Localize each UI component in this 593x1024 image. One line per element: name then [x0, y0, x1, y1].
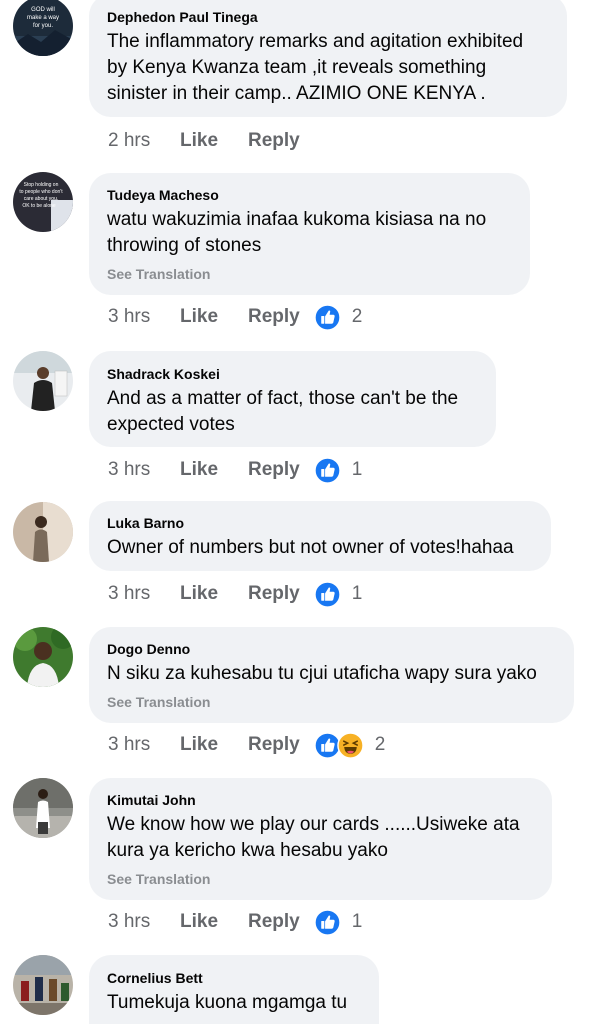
- avatar[interactable]: [13, 351, 73, 411]
- svg-text:to people who don't: to people who don't: [19, 189, 63, 195]
- reaction-count: 1: [351, 583, 363, 604]
- avatar-image: [13, 627, 73, 687]
- comment-time[interactable]: 3 hrs: [108, 583, 180, 605]
- avatar[interactable]: [13, 502, 73, 562]
- comment-text: And as a matter of fact, those can't be …: [107, 388, 459, 435]
- comment-actions: 3 hrs Like Reply 1: [108, 579, 362, 609]
- comment-bubble[interactable]: Dephedon Paul Tinega The inflammatory re…: [89, 0, 567, 117]
- comment-actions: 3 hrs Like Reply 1: [108, 455, 362, 485]
- comment-text: Owner of numbers but not owner of votes!…: [107, 537, 514, 558]
- haha-icon: [336, 731, 364, 759]
- reply-button[interactable]: Reply: [248, 734, 300, 756]
- comment-bubble[interactable]: Luka Barno Owner of numbers but not owne…: [89, 501, 551, 571]
- comment-author[interactable]: Dogo Denno: [107, 640, 554, 658]
- like-button[interactable]: Like: [180, 911, 248, 933]
- avatar[interactable]: [13, 778, 73, 838]
- avatar-image: [13, 778, 73, 838]
- reply-button[interactable]: Reply: [248, 459, 300, 481]
- like-icon: [313, 580, 341, 608]
- avatar[interactable]: [13, 627, 73, 687]
- svg-text:make a way: make a way: [27, 15, 59, 21]
- comment-actions: 2 hrs Like Reply: [108, 126, 314, 156]
- comment-bubble[interactable]: Dogo Denno N siku za kuhesabu tu cjui ut…: [89, 627, 574, 723]
- comment-author[interactable]: Shadrack Koskei: [107, 365, 476, 383]
- comment-text: We know how we play our cards ......Usiw…: [107, 814, 520, 861]
- like-icon: [313, 456, 341, 484]
- avatar[interactable]: Stop holding on to people who don't care…: [13, 172, 73, 232]
- reply-button[interactable]: Reply: [248, 130, 300, 152]
- comment-author[interactable]: Tudeya Macheso: [107, 186, 510, 204]
- comment-time[interactable]: 3 hrs: [108, 734, 180, 756]
- like-icon: [313, 908, 341, 936]
- svg-text:GOD will: GOD will: [31, 7, 55, 13]
- see-translation-link[interactable]: See Translation: [107, 693, 554, 711]
- comment-author[interactable]: Dephedon Paul Tinega: [107, 8, 547, 26]
- avatar-image: Stop holding on to people who don't care…: [13, 172, 73, 232]
- svg-text:OK to be alone: OK to be alone: [22, 203, 56, 209]
- see-translation-link[interactable]: See Translation: [107, 265, 510, 283]
- avatar-image: GOD will make a way for you.: [13, 0, 73, 56]
- avatar-image: [13, 502, 73, 562]
- comment-bubble[interactable]: Kimutai John We know how we play our car…: [89, 778, 552, 900]
- like-button[interactable]: Like: [180, 306, 248, 328]
- reaction-count: 1: [351, 911, 363, 932]
- comment-actions: 3 hrs Like Reply 2: [108, 730, 385, 760]
- comment-author[interactable]: Cornelius Bett: [107, 969, 359, 987]
- comment-time[interactable]: 3 hrs: [108, 911, 180, 933]
- reaction-count: 1: [351, 459, 363, 480]
- comment-time[interactable]: 3 hrs: [108, 306, 180, 328]
- avatar[interactable]: [13, 955, 73, 1015]
- reply-button[interactable]: Reply: [248, 306, 300, 328]
- comment-time[interactable]: 2 hrs: [108, 130, 180, 152]
- reaction-summary[interactable]: 1: [313, 456, 363, 484]
- avatar-image: [13, 955, 73, 1015]
- comment-bubble[interactable]: Tudeya Macheso watu wakuzimia inafaa kuk…: [89, 173, 530, 295]
- comment-bubble[interactable]: Shadrack Koskei And as a matter of fact,…: [89, 351, 496, 447]
- comment-text: watu wakuzimia inafaa kukoma kisiasa na …: [107, 209, 487, 256]
- reply-button[interactable]: Reply: [248, 583, 300, 605]
- comment-text: Tumekuja kuona mgamga tu: [107, 992, 348, 1013]
- avatar-image: [13, 351, 73, 411]
- like-button[interactable]: Like: [180, 459, 248, 481]
- svg-text:for you.: for you.: [33, 23, 53, 29]
- like-button[interactable]: Like: [180, 130, 248, 152]
- reaction-count: 2: [374, 734, 386, 755]
- reaction-summary[interactable]: 2: [313, 303, 363, 331]
- reaction-summary[interactable]: 1: [313, 580, 363, 608]
- like-button[interactable]: Like: [180, 583, 248, 605]
- avatar[interactable]: GOD will make a way for you.: [13, 0, 73, 56]
- see-translation-link[interactable]: See Translation: [107, 870, 532, 888]
- like-icon: [313, 303, 341, 331]
- like-button[interactable]: Like: [180, 734, 248, 756]
- comment-text: The inflammatory remarks and agitation e…: [107, 31, 524, 104]
- comment-actions: 3 hrs Like Reply 2: [108, 302, 362, 332]
- comment-actions: 3 hrs Like Reply 1: [108, 907, 362, 937]
- svg-text:care about you.: care about you.: [24, 196, 58, 202]
- comment-author[interactable]: Luka Barno: [107, 514, 531, 532]
- reply-button[interactable]: Reply: [248, 911, 300, 933]
- reaction-count: 2: [351, 306, 363, 327]
- reaction-summary[interactable]: 1: [313, 908, 363, 936]
- comment-bubble[interactable]: Cornelius Bett Tumekuja kuona mgamga tu: [89, 955, 379, 1024]
- comment-time[interactable]: 3 hrs: [108, 459, 180, 481]
- comment-text: N siku za kuhesabu tu cjui utaficha wapy…: [107, 663, 537, 684]
- comment-author[interactable]: Kimutai John: [107, 791, 532, 809]
- svg-text:Stop holding on: Stop holding on: [24, 182, 59, 188]
- reaction-summary[interactable]: 2: [313, 731, 386, 759]
